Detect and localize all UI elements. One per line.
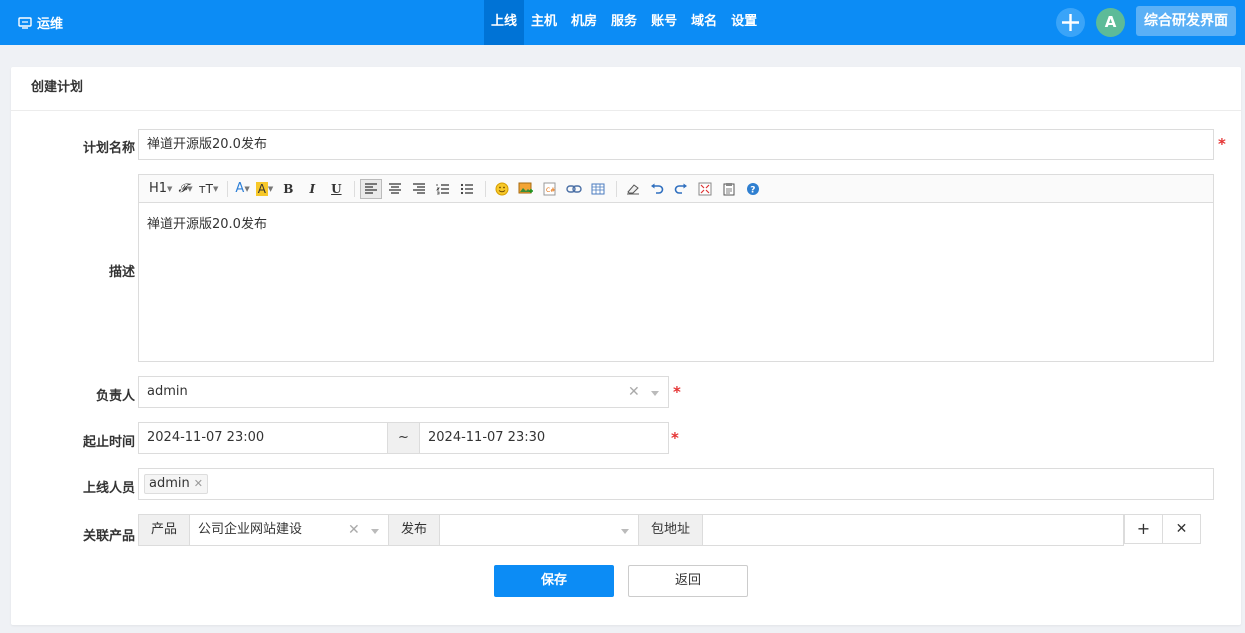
font-family-button[interactable]: 𝓕 ▼ bbox=[176, 179, 194, 199]
product-label: 关联产品 bbox=[82, 529, 135, 544]
time-label: 起止时间 bbox=[82, 435, 135, 450]
plan-name-input[interactable]: 禅道开源版20.0发布 bbox=[138, 129, 1214, 160]
align-left-icon[interactable] bbox=[360, 178, 383, 199]
svg-text:C#: C# bbox=[546, 187, 555, 194]
clear-icon[interactable]: ✕ bbox=[348, 515, 360, 545]
nav-item-account[interactable]: 账号 bbox=[644, 0, 684, 45]
desc-label: 描述 bbox=[108, 265, 135, 280]
bg-color-button[interactable]: A ▼ bbox=[254, 179, 276, 199]
members-label: 上线人员 bbox=[82, 481, 135, 496]
fullscreen-icon[interactable] bbox=[694, 179, 716, 199]
toolbar-separator bbox=[616, 180, 618, 197]
app-brand[interactable]: 运维 bbox=[18, 0, 63, 45]
toolbar-separator bbox=[485, 180, 487, 197]
align-center-icon[interactable] bbox=[384, 179, 406, 199]
chevron-down-icon bbox=[651, 391, 659, 396]
panel-title: 创建计划 bbox=[11, 67, 1241, 111]
chevron-down-icon bbox=[371, 529, 379, 534]
remove-product-button[interactable]: ✕ bbox=[1162, 514, 1201, 544]
main-nav: 上线 主机 机房 服务 账号 域名 设置 bbox=[484, 0, 764, 45]
editor-toolbar: H1 ▼ 𝓕 ▼ тT ▼ A ▼ A ▼ B I U C# ? bbox=[139, 175, 1213, 203]
underline-button[interactable]: U bbox=[325, 179, 347, 199]
heading-button[interactable]: H1 ▼ bbox=[147, 179, 174, 199]
toolbar-separator bbox=[227, 180, 229, 197]
release-select[interactable] bbox=[439, 514, 639, 546]
nav-item-domain[interactable]: 域名 bbox=[684, 0, 724, 45]
desc-editor[interactable]: H1 ▼ 𝓕 ▼ тT ▼ A ▼ A ▼ B I U C# ? 禅道开源版20… bbox=[138, 174, 1214, 362]
time-separator: ~ bbox=[387, 422, 420, 454]
required-mark: * bbox=[1218, 135, 1226, 153]
nav-item-serverroom[interactable]: 机房 bbox=[564, 0, 604, 45]
quick-add-button[interactable] bbox=[1056, 8, 1085, 37]
svg-text:?: ? bbox=[751, 185, 756, 195]
font-color-button[interactable]: A ▼ bbox=[233, 179, 251, 199]
unordered-list-icon[interactable] bbox=[456, 179, 478, 199]
required-mark: * bbox=[673, 383, 681, 401]
create-plan-panel: 创建计划 计划名称 禅道开源版20.0发布 * 描述 H1 ▼ 𝓕 ▼ тT ▼ A ▼… bbox=[11, 67, 1241, 625]
emoji-icon[interactable] bbox=[491, 179, 513, 199]
nav-item-settings[interactable]: 设置 bbox=[724, 0, 764, 45]
align-right-icon[interactable] bbox=[408, 179, 430, 199]
remove-tag-icon[interactable]: ✕ bbox=[194, 477, 203, 490]
close-icon: ✕ bbox=[1175, 521, 1188, 537]
plus-icon: + bbox=[1136, 519, 1151, 538]
switch-interface-button[interactable]: 综合研发界面 bbox=[1136, 6, 1236, 36]
save-button[interactable]: 保存 bbox=[494, 565, 614, 597]
redo-icon[interactable] bbox=[670, 179, 692, 199]
undo-icon[interactable] bbox=[646, 179, 668, 199]
bold-button[interactable]: B bbox=[277, 179, 299, 199]
end-time-input[interactable]: 2024-11-07 23:30 bbox=[419, 422, 669, 454]
italic-button[interactable]: I bbox=[301, 179, 323, 199]
start-time-input[interactable]: 2024-11-07 23:00 bbox=[138, 422, 389, 454]
nav-item-service[interactable]: 服务 bbox=[604, 0, 644, 45]
package-url-input[interactable] bbox=[702, 514, 1124, 546]
owner-label: 负责人 bbox=[95, 389, 135, 404]
code-icon[interactable]: C# bbox=[539, 179, 561, 199]
add-product-button[interactable]: + bbox=[1124, 514, 1163, 544]
app-name: 运维 bbox=[37, 17, 64, 32]
release-addon: 发布 bbox=[388, 514, 440, 546]
back-button[interactable]: 返回 bbox=[628, 565, 748, 597]
owner-value: admin bbox=[147, 384, 188, 399]
top-navbar: 运维 上线 主机 机房 服务 账号 域名 设置 A 综合研发界面 bbox=[0, 0, 1245, 45]
help-icon[interactable]: ? bbox=[742, 179, 764, 199]
nav-item-release[interactable]: 上线 bbox=[484, 0, 525, 45]
chevron-down-icon bbox=[621, 529, 629, 534]
members-select[interactable]: admin ✕ bbox=[138, 468, 1214, 500]
link-icon[interactable] bbox=[563, 179, 585, 199]
table-icon[interactable] bbox=[587, 179, 609, 199]
plus-icon bbox=[1062, 14, 1079, 31]
clear-icon[interactable]: ✕ bbox=[628, 377, 640, 407]
name-label: 计划名称 bbox=[82, 141, 135, 156]
toolbar-separator bbox=[354, 180, 356, 197]
product-select[interactable]: 公司企业网站建设 ✕ bbox=[189, 514, 389, 546]
product-addon: 产品 bbox=[138, 514, 190, 546]
owner-select[interactable]: admin ✕ bbox=[138, 376, 669, 408]
eraser-icon[interactable] bbox=[622, 179, 644, 199]
monitor-icon bbox=[18, 16, 32, 29]
nav-item-host[interactable]: 主机 bbox=[524, 0, 564, 45]
image-icon[interactable] bbox=[515, 179, 537, 199]
template-icon[interactable] bbox=[718, 179, 740, 199]
editor-content[interactable]: 禅道开源版20.0发布 bbox=[147, 213, 267, 232]
ordered-list-icon[interactable] bbox=[432, 179, 454, 199]
product-value: 公司企业网站建设 bbox=[198, 522, 303, 537]
package-addon: 包地址 bbox=[638, 514, 703, 546]
font-size-button[interactable]: тT ▼ bbox=[197, 179, 221, 199]
member-tag: admin ✕ bbox=[144, 474, 208, 494]
required-mark: * bbox=[671, 429, 679, 447]
user-avatar[interactable]: A bbox=[1096, 8, 1125, 37]
